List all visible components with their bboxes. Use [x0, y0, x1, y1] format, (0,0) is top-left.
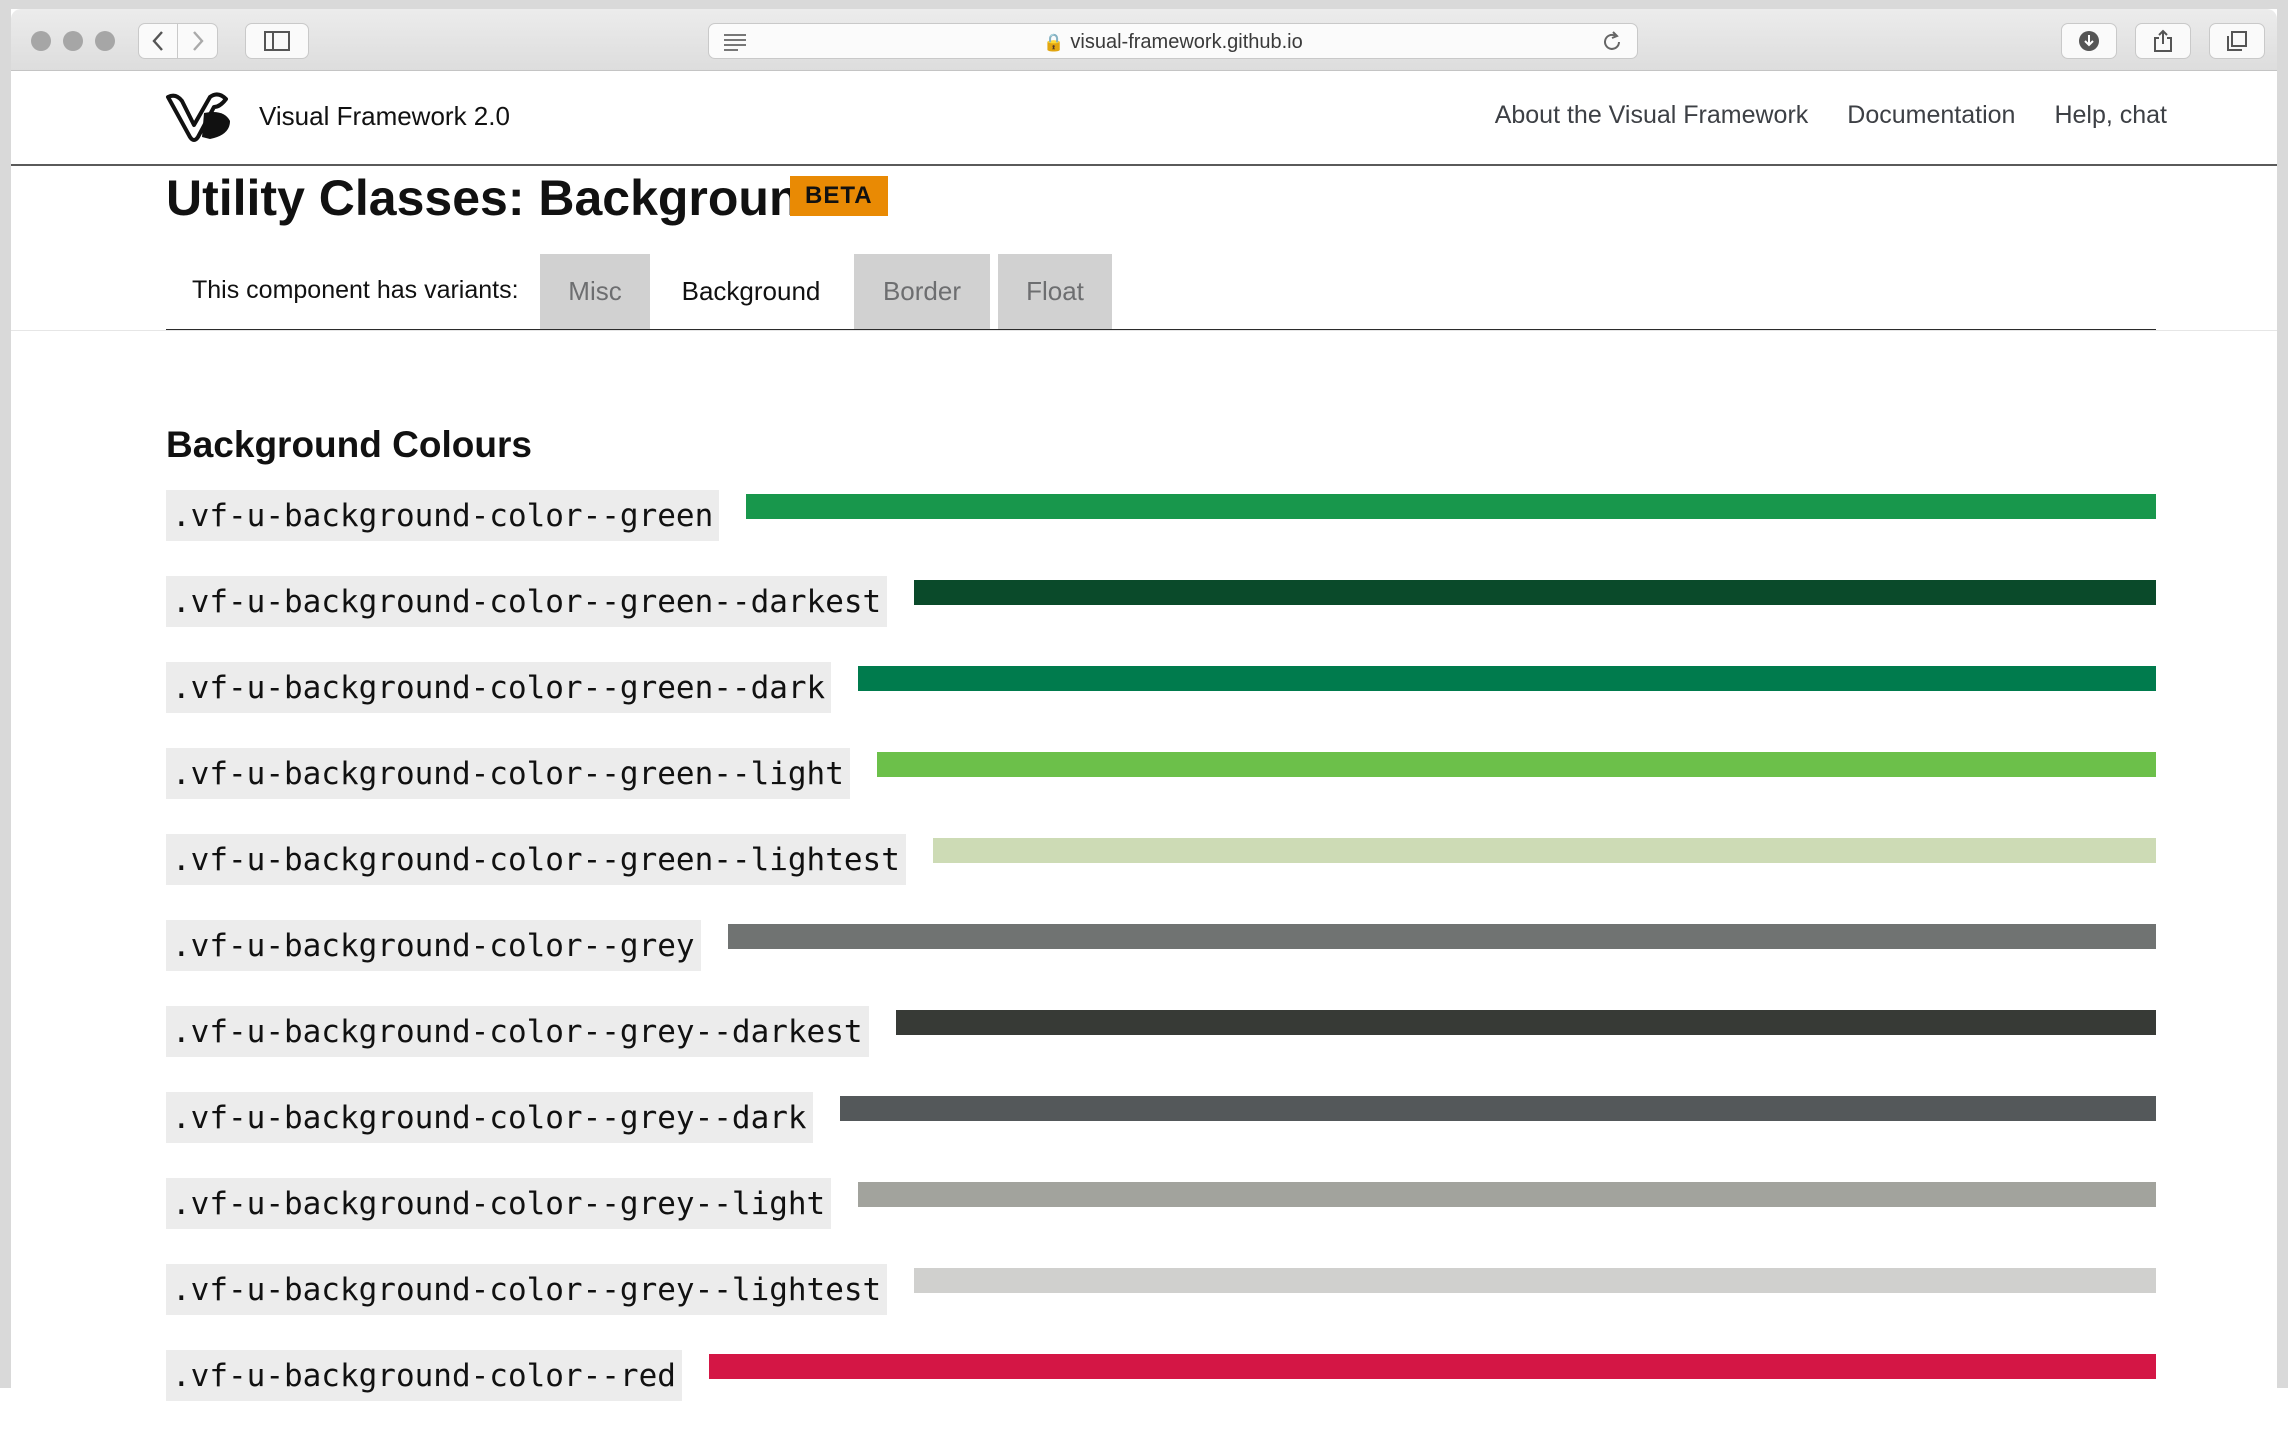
- swatch-row: .vf-u-background-color--green: [166, 490, 2156, 576]
- visual-framework-logo[interactable]: [164, 91, 234, 143]
- swatch-row: .vf-u-background-color--green--light: [166, 748, 2156, 834]
- close-window-button[interactable]: [31, 31, 51, 51]
- variants-label: This component has variants:: [192, 276, 519, 304]
- sidebar-toggle-button[interactable]: [245, 23, 309, 59]
- swatch-row: .vf-u-background-color--grey: [166, 920, 2156, 1006]
- minimize-window-button[interactable]: [63, 31, 83, 51]
- desktop-background-left: [0, 0, 11, 1388]
- tabs-icon: [2227, 31, 2247, 51]
- swatch-class-name: .vf-u-background-color--grey--dark: [166, 1092, 813, 1143]
- lock-icon: 🔒: [1043, 33, 1065, 52]
- nav-link-help[interactable]: Help, chat: [2054, 101, 2167, 130]
- tabs-overview-button[interactable]: [2209, 23, 2265, 59]
- color-swatch: [727, 924, 2156, 949]
- color-swatch: [858, 1182, 2156, 1207]
- page-title: Utility Classes: Background: [166, 170, 831, 226]
- beta-badge: BETA: [790, 176, 888, 216]
- color-swatch: [914, 580, 2156, 605]
- tab-misc[interactable]: Misc: [540, 254, 650, 329]
- browser-toolbar: 🔒 visual-framework.github.io: [11, 9, 2277, 71]
- color-swatch: [839, 1096, 2156, 1121]
- swatch-row: .vf-u-background-color--red: [166, 1350, 2156, 1436]
- swatch-row: .vf-u-background-color--green--dark: [166, 662, 2156, 748]
- swatch-row: .vf-u-background-color--grey--lightest: [166, 1264, 2156, 1350]
- color-swatch: [895, 1010, 2156, 1035]
- chevron-right-icon: [192, 31, 204, 51]
- swatch-class-name: .vf-u-background-color--grey--light: [166, 1178, 832, 1229]
- swatch-class-name: .vf-u-background-color--green--lightest: [166, 834, 906, 885]
- swatch-row: .vf-u-background-color--green--darkest: [166, 576, 2156, 662]
- swatch-class-name: .vf-u-background-color--green--dark: [166, 662, 832, 713]
- color-swatch: [708, 1354, 2156, 1379]
- swatch-row: .vf-u-background-color--grey--light: [166, 1178, 2156, 1264]
- swatch-class-name: .vf-u-background-color--red: [166, 1350, 682, 1401]
- swatch-row: .vf-u-background-color--grey--darkest: [166, 1006, 2156, 1092]
- tab-float[interactable]: Float: [998, 254, 1112, 329]
- desktop-background: [0, 0, 2288, 9]
- main-nav: About the Visual Framework Documentation…: [1495, 101, 2167, 130]
- zoom-window-button[interactable]: [95, 31, 115, 51]
- swatch-class-name: .vf-u-background-color--green: [166, 490, 720, 541]
- swatch-class-name: .vf-u-background-color--grey: [166, 920, 701, 971]
- swatch-class-name: .vf-u-background-color--green--light: [166, 748, 850, 799]
- address-bar[interactable]: 🔒 visual-framework.github.io: [708, 23, 1638, 59]
- color-swatch: [858, 666, 2156, 691]
- nav-link-about[interactable]: About the Visual Framework: [1495, 101, 1809, 130]
- color-swatch: [914, 1268, 2156, 1293]
- color-swatch: [932, 838, 2156, 863]
- back-button[interactable]: [138, 23, 178, 59]
- url-text: visual-framework.github.io: [1070, 31, 1303, 53]
- swatch-class-name: .vf-u-background-color--grey--lightest: [166, 1264, 888, 1315]
- chevron-left-icon: [152, 31, 163, 51]
- address-text: 🔒 visual-framework.github.io: [709, 31, 1637, 54]
- share-icon: [2154, 29, 2172, 52]
- tab-background[interactable]: Background: [654, 254, 848, 329]
- tab-border[interactable]: Border: [854, 254, 990, 329]
- swatch-list: .vf-u-background-color--green .vf-u-back…: [166, 490, 2156, 1436]
- desktop-background-right: [2277, 0, 2288, 1388]
- section-heading: Background Colours: [166, 424, 532, 465]
- swatch-class-name: .vf-u-background-color--grey--darkest: [166, 1006, 869, 1057]
- swatch-class-name: .vf-u-background-color--green--darkest: [166, 576, 888, 627]
- site-name[interactable]: Visual Framework 2.0: [259, 101, 510, 132]
- reload-icon[interactable]: [1601, 31, 1623, 53]
- forward-button[interactable]: [178, 23, 218, 59]
- swatch-row: .vf-u-background-color--grey--dark: [166, 1092, 2156, 1178]
- nav-link-documentation[interactable]: Documentation: [1847, 101, 2015, 130]
- site-header: Visual Framework 2.0 About the Visual Fr…: [11, 71, 2277, 166]
- sidebar-icon: [264, 31, 290, 51]
- color-swatch: [876, 752, 2156, 777]
- swatch-row: .vf-u-background-color--green--lightest: [166, 834, 2156, 920]
- share-button[interactable]: [2135, 23, 2191, 59]
- color-swatch: [746, 494, 2156, 519]
- download-icon: [2079, 31, 2099, 51]
- content-divider: [11, 330, 2277, 331]
- downloads-button[interactable]: [2061, 23, 2117, 59]
- variant-tabs: This component has variants: Misc Backgr…: [166, 254, 2156, 331]
